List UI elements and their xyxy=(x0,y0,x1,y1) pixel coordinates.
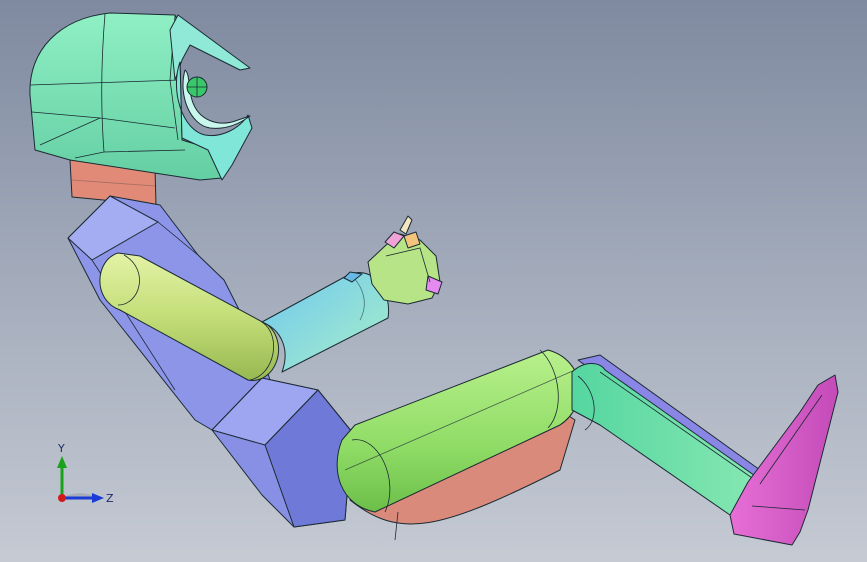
orientation-triad: Y Z xyxy=(57,442,114,505)
z-axis-label: Z xyxy=(106,492,114,505)
y-axis-head xyxy=(57,456,67,468)
z-axis-head xyxy=(92,493,104,503)
shin-part[interactable] xyxy=(571,363,759,516)
origin-point xyxy=(58,494,66,502)
cad-viewport[interactable]: Y Z xyxy=(0,0,867,562)
forearm-part[interactable] xyxy=(261,271,390,373)
y-axis-label: Y xyxy=(57,442,65,455)
helmet-part[interactable] xyxy=(29,12,253,181)
hand-part[interactable] xyxy=(367,215,443,305)
